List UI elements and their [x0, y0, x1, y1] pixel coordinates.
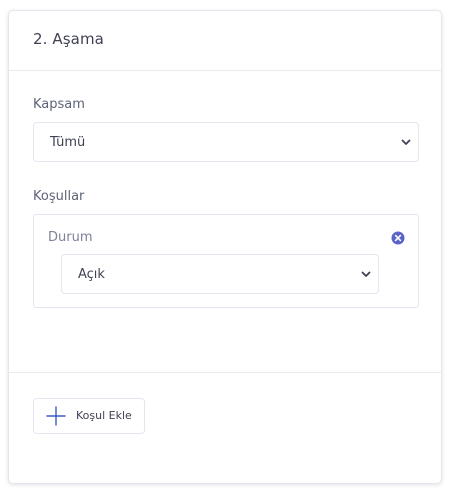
- condition-label-status: Durum: [48, 230, 93, 245]
- scope-select[interactable]: Tümü: [33, 122, 419, 162]
- condition-item: Durum Açık: [33, 214, 419, 308]
- stage-card: 2. Aşama Kapsam Tümü Koşullar Durum Açık…: [8, 10, 442, 484]
- status-select-value: Açık: [78, 266, 105, 282]
- remove-condition-icon[interactable]: [391, 231, 405, 245]
- scope-label: Kapsam: [33, 97, 85, 112]
- conditions-label: Koşullar: [33, 189, 85, 204]
- chevron-down-icon: [401, 139, 411, 145]
- chevron-down-icon: [361, 271, 371, 277]
- card-footer-divider: [9, 372, 441, 373]
- add-condition-label: Koşul Ekle: [76, 409, 132, 422]
- scope-select-value: Tümü: [50, 134, 86, 150]
- stage-title: 2. Aşama: [33, 30, 104, 48]
- add-condition-button[interactable]: Koşul Ekle: [33, 398, 145, 434]
- plus-icon: [46, 406, 66, 426]
- card-header: 2. Aşama: [9, 11, 441, 71]
- status-select[interactable]: Açık: [61, 254, 379, 294]
